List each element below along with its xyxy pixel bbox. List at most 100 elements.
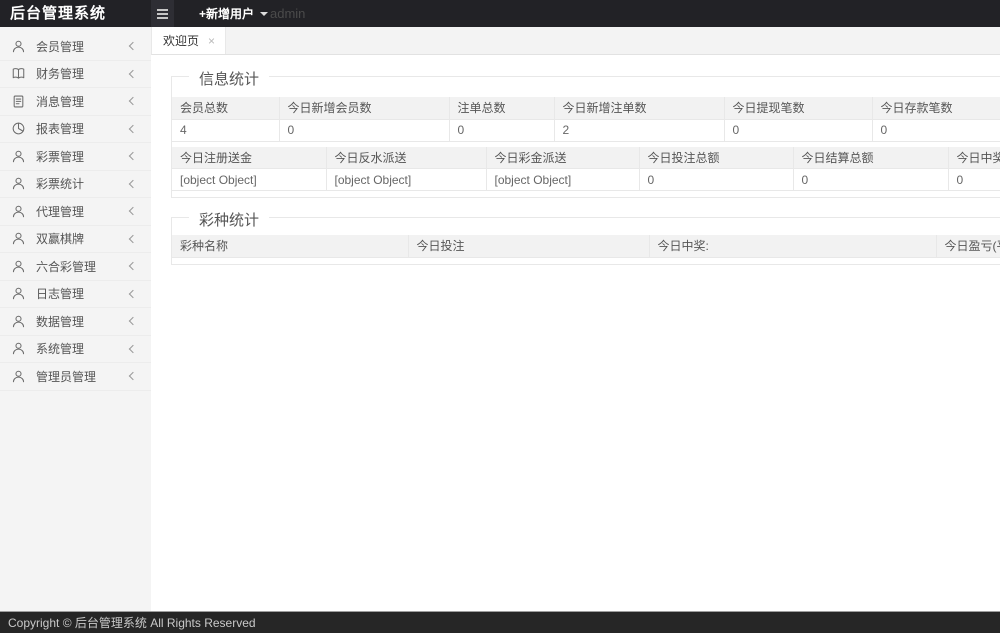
sidebar-item-label: 六合彩管理 <box>36 258 130 275</box>
sidebar-item-label: 会员管理 <box>36 38 130 55</box>
sidebar-item[interactable]: 报表管理 <box>0 116 151 144</box>
stat-header-cell: 今日中奖总额 <box>948 147 1000 169</box>
stat-header-cell: 今日提现笔数 <box>724 97 872 119</box>
chevron-left-icon <box>129 152 137 160</box>
stat-header-cell: 今日投注总额 <box>639 147 793 169</box>
add-user-dropdown[interactable]: +新增用户 <box>199 0 268 27</box>
chevron-left-icon <box>129 70 137 78</box>
sidebar-item[interactable]: 管理员管理 <box>0 363 151 391</box>
section-info-stats: 信息统计 会员总数今日新增会员数注单总数今日新增注单数今日提现笔数今日存款笔数 … <box>171 76 1000 198</box>
stat-value-cell: [object Object] <box>172 169 326 191</box>
sidebar-item[interactable]: 数据管理 <box>0 308 151 336</box>
sidebar-item[interactable]: 彩票统计 <box>0 171 151 199</box>
chevron-left-icon <box>129 372 137 380</box>
user-icon <box>11 286 26 301</box>
section-title: 信息统计 <box>189 68 269 89</box>
stat-value-cell: 2 <box>554 119 724 141</box>
book-icon <box>11 66 26 81</box>
sidebar-item[interactable]: 会员管理 <box>0 33 151 61</box>
app-title: 后台管理系统 <box>10 0 106 27</box>
chevron-left-icon <box>129 42 137 50</box>
table-header-row: 彩种名称今日投注今日中奖:今日盈亏(平台) <box>172 235 1000 257</box>
tab-label: 欢迎页 <box>163 32 199 49</box>
sidebar-item[interactable]: 系统管理 <box>0 336 151 364</box>
stat-header-cell: 今日反水派送 <box>326 147 486 169</box>
chevron-left-icon <box>129 97 137 105</box>
stat-value-cell: 0 <box>948 169 1000 191</box>
info-stats-table-1: 会员总数今日新增会员数注单总数今日新增注单数今日提现笔数今日存款笔数 40020… <box>172 97 1000 142</box>
sidebar-item-label: 报表管理 <box>36 120 130 137</box>
document-icon <box>11 94 26 109</box>
stat-header-cell: 今日注册送金 <box>172 147 326 169</box>
lottery-stats-table: 彩种名称今日投注今日中奖:今日盈亏(平台) <box>172 235 1000 258</box>
sidebar-item-label: 财务管理 <box>36 65 130 82</box>
stat-header-cell: 今日投注 <box>408 235 649 257</box>
chevron-left-icon <box>129 262 137 270</box>
footer: Copyright © 后台管理系统 All Rights Reserved <box>0 611 1000 633</box>
table-value-row: [object Object][object Object][object Ob… <box>172 169 1000 191</box>
top-bar: 后台管理系统 +新增用户 admin <box>0 0 1000 27</box>
table-header-row: 今日注册送金今日反水派送今日彩金派送今日投注总额今日结算总额今日中奖总额 <box>172 147 1000 169</box>
close-icon[interactable]: × <box>208 35 215 47</box>
user-icon <box>11 149 26 164</box>
username[interactable]: admin <box>270 0 305 27</box>
main-content: 信息统计 会员总数今日新增会员数注单总数今日新增注单数今日提现笔数今日存款笔数 … <box>151 55 1000 611</box>
sidebar-item-label: 管理员管理 <box>36 368 130 385</box>
sidebar-item[interactable]: 日志管理 <box>0 281 151 309</box>
stat-value-cell: 0 <box>639 169 793 191</box>
user-icon <box>11 259 26 274</box>
stat-header-cell: 会员总数 <box>172 97 279 119</box>
sidebar: 会员管理 财务管理 消息管理 报表管理 彩票管理 彩票统计 <box>0 27 151 611</box>
sidebar-item-label: 数据管理 <box>36 313 130 330</box>
sidebar-item-label: 代理管理 <box>36 203 130 220</box>
hamburger-icon <box>157 17 168 19</box>
sidebar-item[interactable]: 彩票管理 <box>0 143 151 171</box>
sidebar-item-label: 日志管理 <box>36 285 130 302</box>
stat-header-cell: 今日结算总额 <box>793 147 948 169</box>
table-header-row: 会员总数今日新增会员数注单总数今日新增注单数今日提现笔数今日存款笔数 <box>172 97 1000 119</box>
tab-bar: 欢迎页 × <box>151 27 1000 55</box>
chevron-left-icon <box>129 125 137 133</box>
user-icon <box>11 176 26 191</box>
stat-header-cell: 今日新增会员数 <box>279 97 449 119</box>
user-icon <box>11 341 26 356</box>
sidebar-item-label: 彩票统计 <box>36 175 130 192</box>
stat-header-cell: 今日盈亏(平台) <box>936 235 1000 257</box>
sidebar-item[interactable]: 财务管理 <box>0 61 151 89</box>
pie-chart-icon <box>11 121 26 136</box>
user-icon <box>11 314 26 329</box>
stat-header-cell: 彩种名称 <box>172 235 408 257</box>
hamburger-icon <box>157 13 168 15</box>
stat-value-cell: 4 <box>172 119 279 141</box>
copyright-text: Copyright © 后台管理系统 All Rights Reserved <box>8 614 256 631</box>
chevron-left-icon <box>129 345 137 353</box>
user-icon <box>11 231 26 246</box>
caret-down-icon <box>260 12 268 16</box>
stat-header-cell: 注单总数 <box>449 97 554 119</box>
stat-header-cell: 今日中奖: <box>649 235 936 257</box>
add-user-label: +新增用户 <box>199 5 254 22</box>
section-lottery-stats: 彩种统计 彩种名称今日投注今日中奖:今日盈亏(平台) <box>171 217 1000 265</box>
sidebar-item[interactable]: 六合彩管理 <box>0 253 151 281</box>
sidebar-item-label: 彩票管理 <box>36 148 130 165</box>
sidebar-item[interactable]: 双赢棋牌 <box>0 226 151 254</box>
stat-value-cell: 0 <box>724 119 872 141</box>
chevron-left-icon <box>129 180 137 188</box>
user-icon <box>11 369 26 384</box>
user-icon <box>11 39 26 54</box>
sidebar-item[interactable]: 代理管理 <box>0 198 151 226</box>
sidebar-item[interactable]: 消息管理 <box>0 88 151 116</box>
stat-header-cell: 今日存款笔数 <box>872 97 1000 119</box>
table-value-row: 400200 <box>172 119 1000 141</box>
stat-value-cell: 0 <box>793 169 948 191</box>
tab-welcome[interactable]: 欢迎页 × <box>152 27 226 54</box>
stat-value-cell: 0 <box>872 119 1000 141</box>
section-title: 彩种统计 <box>189 209 269 230</box>
stat-value-cell: 0 <box>279 119 449 141</box>
info-stats-table-2: 今日注册送金今日反水派送今日彩金派送今日投注总额今日结算总额今日中奖总额 [ob… <box>172 147 1000 192</box>
sidebar-collapse-button[interactable] <box>151 0 174 27</box>
stat-value-cell: [object Object] <box>326 169 486 191</box>
chevron-left-icon <box>129 235 137 243</box>
stat-value-cell: [object Object] <box>486 169 639 191</box>
hamburger-icon <box>157 9 168 11</box>
